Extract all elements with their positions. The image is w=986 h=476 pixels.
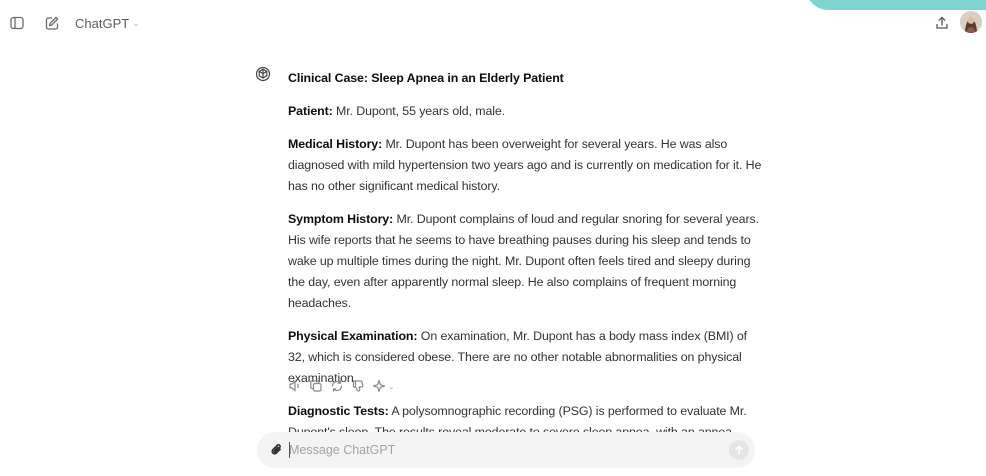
paragraph-label: Medical History: bbox=[288, 137, 383, 151]
edit-icon[interactable] bbox=[43, 14, 61, 32]
sparkle-icon[interactable] bbox=[372, 379, 386, 393]
avatar[interactable] bbox=[960, 11, 982, 33]
message-input[interactable] bbox=[289, 440, 689, 460]
thumbs-down-icon[interactable] bbox=[351, 379, 365, 393]
top-bar: ChatGPT ⌄ bbox=[0, 0, 986, 48]
assistant-message: Clinical Case: Sleep Apnea in an Elderly… bbox=[288, 68, 763, 476]
accent-tab bbox=[806, 0, 986, 10]
copy-icon[interactable] bbox=[309, 379, 323, 393]
speaker-icon[interactable] bbox=[288, 379, 302, 393]
paragraph-label: Patient: bbox=[288, 104, 333, 118]
model-selector[interactable]: ChatGPT ⌄ bbox=[75, 14, 140, 32]
paragraph-label: Physical Examination: bbox=[288, 329, 418, 343]
message-title: Clinical Case: Sleep Apnea in an Elderly… bbox=[288, 71, 564, 85]
sidebar-icon[interactable] bbox=[8, 14, 26, 32]
arrow-up-icon[interactable] bbox=[729, 440, 749, 460]
message-actions: ⌄ bbox=[288, 378, 395, 394]
message-paragraph-patient: Patient: Mr. Dupont, 55 years old, male. bbox=[288, 101, 763, 122]
message-composer bbox=[257, 432, 755, 468]
paragraph-label: Diagnostic Tests: bbox=[288, 404, 389, 418]
text-caret bbox=[289, 442, 290, 458]
paragraph-label: Symptom History: bbox=[288, 212, 394, 226]
model-name: ChatGPT bbox=[75, 15, 130, 31]
paragraph-text: Mr. Dupont, 55 years old, male. bbox=[332, 104, 506, 118]
assistant-logo-icon bbox=[255, 66, 271, 82]
paragraph-text: Mr. Dupont complains of loud and regular… bbox=[288, 212, 759, 310]
chevron-down-icon: ⌄ bbox=[132, 18, 140, 28]
chevron-down-icon[interactable]: ⌄ bbox=[388, 382, 395, 391]
message-paragraph-symptom-history: Symptom History: Mr. Dupont complains of… bbox=[288, 209, 763, 314]
paperclip-icon[interactable] bbox=[269, 442, 285, 458]
refresh-icon[interactable] bbox=[330, 379, 344, 393]
share-icon[interactable] bbox=[934, 15, 950, 31]
message-paragraph-medical-history: Medical History: Mr. Dupont has been ove… bbox=[288, 134, 763, 197]
